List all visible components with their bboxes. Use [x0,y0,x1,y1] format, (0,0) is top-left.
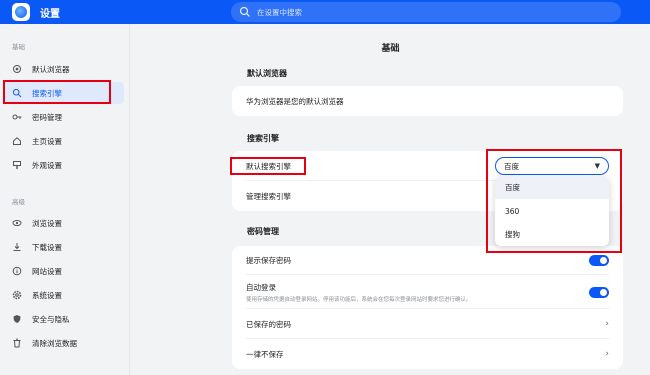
shield-icon [12,314,22,324]
sidebar-item-site[interactable]: 网站设置 [4,260,124,282]
highlight-box-dropdown [486,149,622,253]
highlight-box-sidebar [3,80,111,104]
sidebar-item-label: 外观设置 [32,160,62,170]
sidebar-item-browsing[interactable]: 浏览设置 [4,212,124,234]
info-icon [12,266,22,276]
gear-icon [12,290,22,300]
trash-icon [12,338,22,348]
sidebar: 基础 默认浏览器 搜索引擎 密码管理 主页设置 外观设置 高级 浏览设置 下载设… [0,24,130,375]
saved-passwords-label: 已保存的密码 [246,319,291,329]
sidebar-item-label: 密码管理 [32,112,62,122]
sidebar-item-label: 默认浏览器 [32,64,70,74]
sidebar-item-label: 安全与隐私 [32,314,70,324]
card-default-browser: 华为浏览器是您的默认浏览器 [232,86,623,116]
sidebar-item-label: 主页设置 [32,136,62,146]
page-title: 基础 [381,44,400,54]
manage-search-engine-label: 管理搜索引擎 [246,191,291,201]
sidebar-item-label: 下载设置 [32,242,62,252]
title-bar: 设置 [0,0,650,24]
sidebar-item-clear-data[interactable]: 清除浏览数据 [4,332,124,354]
section-title-advanced: 高级 [12,198,25,206]
never-save-row[interactable]: 一律不保存 › [232,339,623,369]
sidebar-item-password[interactable]: 密码管理 [4,106,124,128]
saved-passwords-row[interactable]: 已保存的密码 › [232,309,623,339]
sidebar-item-home[interactable]: 主页设置 [4,130,124,152]
card-password: 提示保存密码 自动登录 使用存储的凭据自动登录网站。停用该功能后，系统会在您每次… [232,246,623,369]
settings-search[interactable] [231,2,621,22]
group-title-password: 密码管理 [247,227,279,236]
prompt-save-label: 提示保存密码 [246,256,291,265]
group-title-default-browser: 默认浏览器 [247,69,287,78]
app-title: 设置 [40,9,60,20]
sidebar-item-label: 系统设置 [32,290,62,300]
auto-login-row: 自动登录 使用存储的凭据自动登录网站。停用该功能后，系统会在您每次登录网站时要求… [232,275,623,309]
auto-login-label: 自动登录 [246,282,276,292]
target-icon [12,64,22,74]
key-icon [12,112,22,122]
sidebar-item-default-browser[interactable]: 默认浏览器 [4,58,124,80]
sidebar-item-download[interactable]: 下载设置 [4,236,124,258]
sidebar-item-label: 浏览设置 [32,218,62,228]
sidebar-item-appearance[interactable]: 外观设置 [4,154,124,176]
auto-login-toggle[interactable] [589,287,609,298]
sidebar-item-security[interactable]: 安全与隐私 [4,308,124,330]
group-title-search-engine: 搜索引擎 [247,134,279,143]
chevron-right-icon: › [605,319,609,329]
sidebar-item-label: 清除浏览数据 [32,338,77,348]
appearance-icon [12,160,22,170]
sidebar-item-system[interactable]: 系统设置 [4,284,124,306]
chevron-right-icon: › [605,349,609,359]
search-input[interactable] [257,7,557,17]
search-icon [239,6,250,17]
sidebar-item-label: 网站设置 [32,266,62,276]
prompt-save-toggle[interactable] [589,255,609,266]
never-save-label: 一律不保存 [246,349,284,359]
default-browser-status: 华为浏览器是您的默认浏览器 [246,96,344,106]
app-logo [12,3,30,21]
section-title-basic: 基础 [12,43,25,51]
home-icon [12,136,22,146]
highlight-box-label [230,157,306,175]
eye-icon [12,218,22,228]
download-icon [12,242,22,252]
auto-login-description: 使用存储的凭据自动登录网站。停用该功能后，系统会在您每次登录网站时要求您进行确认… [246,296,472,303]
